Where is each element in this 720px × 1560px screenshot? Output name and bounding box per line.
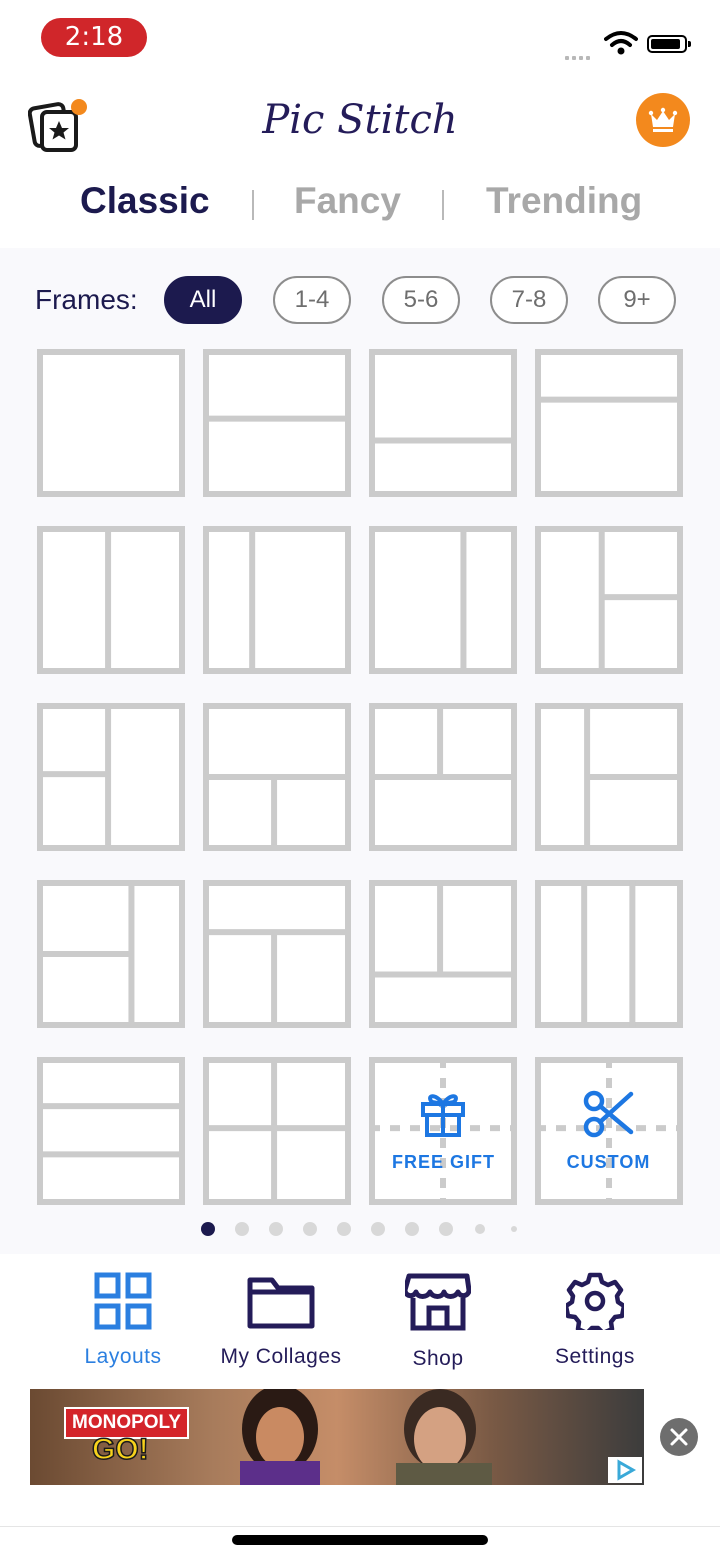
nav-shop[interactable]: Shop [400,1272,476,1371]
free-gift-label: FREE GIFT [392,1152,495,1172]
layout-thumbnail[interactable] [37,703,185,851]
ad-close-button[interactable] [660,1418,698,1456]
grid-icon [94,1272,152,1330]
page-dot[interactable] [235,1222,249,1236]
custom-layout-button[interactable]: CUSTOM [537,1058,680,1201]
nav-layouts[interactable]: Layouts [70,1272,176,1369]
bottom-navigation: Layouts My Collages Shop Settings [0,1258,720,1378]
layout-thumbnail[interactable] [203,1057,351,1205]
layout-thumbnail[interactable] [535,703,683,851]
custom-label: CUSTOM [566,1152,651,1172]
folder-icon [247,1277,315,1329]
page-dot[interactable] [475,1224,485,1234]
layout-thumbnail[interactable] [203,349,351,497]
free-gift-button[interactable]: FREE GIFT [372,1058,515,1201]
page-dot[interactable] [337,1222,351,1236]
layout-thumbnail[interactable] [535,526,683,674]
home-indicator [232,1535,488,1545]
ad-choices-icon[interactable] [608,1457,642,1483]
gift-icon [421,1094,465,1137]
layout-thumbnail[interactable] [369,349,517,497]
store-icon [402,1273,472,1331]
layout-thumbnail[interactable] [369,526,517,674]
gear-icon [563,1272,627,1336]
layout-thumbnail[interactable] [203,526,351,674]
layout-thumbnail[interactable] [203,880,351,1028]
nav-settings-label: Settings [555,1345,635,1368]
layout-thumbnail[interactable] [37,349,185,497]
scissors-icon [583,1090,634,1138]
page-dot[interactable] [269,1222,283,1236]
page-dot[interactable] [371,1222,385,1236]
layout-thumbnail[interactable] [37,526,185,674]
nav-settings[interactable]: Settings [546,1272,644,1369]
layout-thumbnail[interactable] [37,880,185,1028]
layout-thumbnail[interactable] [535,880,683,1028]
page-dot[interactable] [511,1226,517,1232]
ad-people-image [240,1389,492,1485]
page-dot[interactable] [201,1222,215,1236]
nav-layouts-label: Layouts [84,1345,162,1368]
divider [0,1526,720,1527]
nav-my-collages-label: My Collages [220,1345,342,1368]
page-dot[interactable] [303,1222,317,1236]
layout-thumbnail[interactable] [37,1057,185,1205]
layout-thumbnail[interactable] [535,349,683,497]
page-indicator [0,1221,720,1237]
ad-banner[interactable]: MONOPOLY GO! [30,1389,644,1485]
close-icon [670,1428,688,1446]
ad-brand-line2: GO! [91,1432,149,1467]
nav-my-collages[interactable]: My Collages [212,1272,350,1369]
nav-shop-label: Shop [412,1347,464,1370]
layout-thumbnail[interactable] [369,703,517,851]
ad-brand-logo: MONOPOLY GO! [64,1407,200,1469]
page-dot[interactable] [439,1222,453,1236]
page-dot[interactable] [405,1222,419,1236]
layout-thumbnail[interactable] [203,703,351,851]
layout-thumbnail[interactable] [369,880,517,1028]
